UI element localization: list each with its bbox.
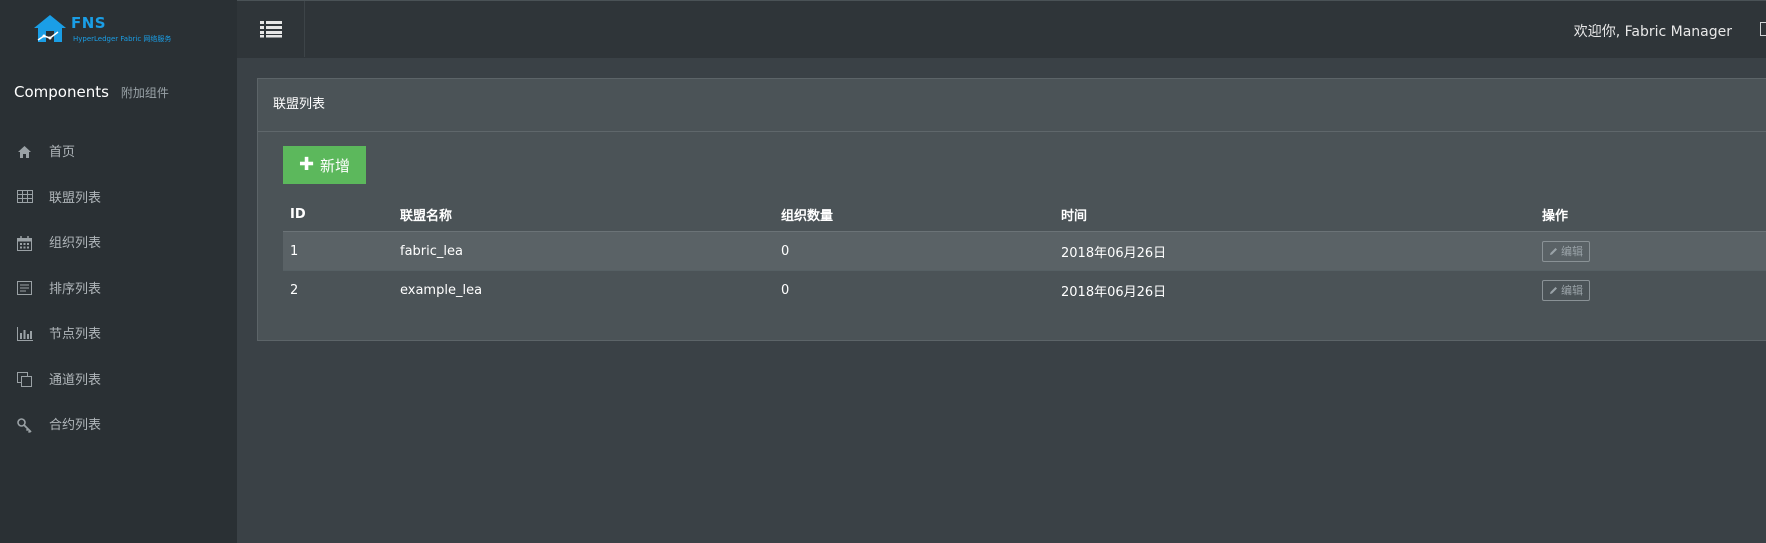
sidebar-item-contracts[interactable]: 合约列表: [0, 403, 237, 449]
table-row: 1 fabric_lea 0 2018年06月26日 编辑: [283, 231, 1766, 271]
logo-subtitle: HyperLedger Fabric 网络服务: [73, 35, 172, 43]
table-row: 2 example_lea 0 2018年06月26日 编辑: [283, 270, 1766, 309]
sidebar-item-home[interactable]: 首页: [0, 130, 237, 176]
cell-time: 2018年06月26日: [1054, 270, 1535, 309]
logo[interactable]: FNS HyperLedger Fabric 网络服务: [0, 0, 237, 58]
sidebar-item-label: 首页: [49, 145, 76, 160]
cell-action: 编辑: [1535, 231, 1766, 271]
alliance-list-panel: 联盟列表 ✚ 新增 ID 联盟名称 组织数量 时间 操作 1 fabric_le…: [257, 78, 1766, 341]
list-box-icon: [17, 281, 33, 297]
pencil-icon: [1550, 286, 1557, 294]
top-header: 欢迎你, Fabric Manager: [237, 0, 1766, 58]
column-header-time: 时间: [1054, 198, 1535, 232]
sidebar-section-header: Components 附加组件: [14, 83, 169, 101]
edit-button[interactable]: 编辑: [1542, 279, 1590, 301]
sidebar-item-label: 通道列表: [49, 372, 102, 388]
cell-time: 2018年06月26日: [1054, 231, 1535, 271]
calendar-icon: [17, 235, 33, 252]
panel-title: 联盟列表: [258, 79, 1766, 132]
sidebar-item-channels[interactable]: 通道列表: [0, 358, 237, 404]
cell-orgs: 0: [774, 231, 1054, 271]
sidebar-item-label: 排序列表: [49, 281, 102, 297]
cell-name: fabric_lea: [393, 231, 774, 271]
sidebar-item-nodes[interactable]: 节点列表: [0, 312, 237, 358]
sidebar-item-label: 组织列表: [49, 236, 102, 251]
section-title: Components: [14, 83, 109, 101]
add-button-label: 新增: [320, 156, 351, 175]
sidebar-item-orgs[interactable]: 组织列表: [0, 221, 237, 267]
sidebar-item-label: 合约列表: [49, 418, 102, 433]
cell-id: 2: [283, 270, 393, 309]
house-logo-icon: [34, 15, 66, 42]
list-menu-icon: [259, 21, 282, 38]
plus-icon: ✚: [298, 154, 315, 175]
alliance-table: ID 联盟名称 组织数量 时间 操作 1 fabric_lea 0 2018年0…: [283, 198, 1766, 309]
table-header-row: ID 联盟名称 组织数量 时间 操作: [283, 198, 1766, 232]
sidebar-item-label: 节点列表: [49, 327, 102, 342]
column-header-orgs: 组织数量: [774, 198, 1054, 232]
welcome-text: 欢迎你, Fabric Manager: [1573, 24, 1732, 40]
table-icon: [17, 190, 33, 206]
add-button[interactable]: ✚ 新增: [283, 146, 366, 184]
column-header-action: 操作: [1535, 198, 1766, 232]
cell-action: 编辑: [1535, 270, 1766, 309]
sidebar: FNS HyperLedger Fabric 网络服务 Components 附加…: [0, 0, 237, 543]
edit-button-label: 编辑: [1561, 245, 1583, 258]
copy-icon: [17, 372, 33, 388]
cell-name: example_lea: [393, 270, 774, 309]
key-icon: [17, 417, 33, 434]
home-icon: [17, 145, 33, 161]
cell-id: 1: [283, 231, 393, 271]
logout-icon[interactable]: [1760, 22, 1766, 36]
section-subtitle: 附加组件: [120, 86, 169, 100]
bar-chart-icon: [17, 326, 33, 343]
edit-button-label: 编辑: [1561, 284, 1583, 297]
sidebar-nav: 首页 联盟列表 组织列表 排序列表 节点列表 通道列表 合约列表: [0, 130, 237, 449]
cell-orgs: 0: [774, 270, 1054, 309]
edit-button[interactable]: 编辑: [1542, 240, 1590, 262]
sidebar-item-label: 联盟列表: [49, 190, 102, 206]
column-header-id: ID: [283, 198, 393, 232]
sidebar-item-alliances[interactable]: 联盟列表: [0, 176, 237, 222]
app-root: FNS HyperLedger Fabric 网络服务 Components 附加…: [0, 0, 1766, 543]
sidebar-toggle-button[interactable]: [237, 1, 305, 57]
sidebar-item-orderers[interactable]: 排序列表: [0, 267, 237, 313]
column-header-name: 联盟名称: [393, 198, 774, 232]
logo-title: FNS: [71, 14, 107, 32]
pencil-icon: [1550, 247, 1557, 255]
